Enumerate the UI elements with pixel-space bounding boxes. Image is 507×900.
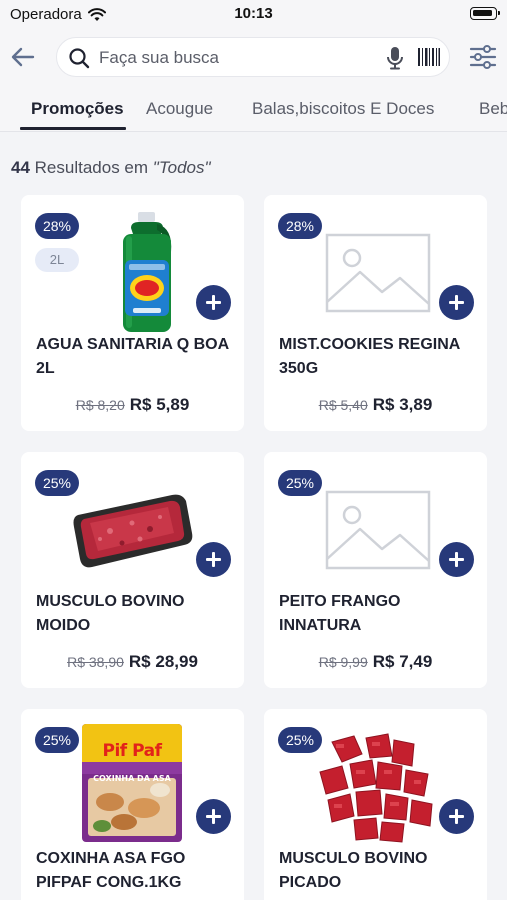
- sliders-icon: [469, 45, 497, 69]
- filter-button[interactable]: [466, 42, 500, 72]
- add-to-cart-button[interactable]: [196, 799, 231, 834]
- product-card[interactable]: 28% 2L AGUA SANITARIA Q BOA 2L R$ 8,20 R$…: [21, 195, 244, 431]
- product-name: PEITO FRANGO INNATURA: [279, 593, 401, 634]
- tab-acougue[interactable]: Acougue: [146, 99, 213, 119]
- price-row: R$ 5,40 R$ 3,89: [264, 395, 487, 415]
- arrow-left-icon: [11, 47, 35, 67]
- product-card[interactable]: 25% Pif Paf COXINHA DA ASA COXINHA ASA F…: [21, 709, 244, 900]
- tab-promocoes[interactable]: Promoções: [31, 99, 124, 119]
- product-name: MUSCULO BOVINO MOIDO: [36, 593, 185, 634]
- search-icon: [69, 48, 90, 69]
- results-text: Resultados em: [34, 158, 153, 177]
- results-category: "Todos": [152, 158, 211, 177]
- active-tab-indicator: [20, 127, 126, 130]
- add-to-cart-button[interactable]: [439, 799, 474, 834]
- product-card[interactable]: 25% MUSCULO BOVINO MOIDO R$ 38,90 R$ 28,9…: [21, 452, 244, 688]
- discount-badge: 28%: [278, 213, 322, 239]
- results-count: 44: [11, 158, 30, 177]
- discount-badge: 28%: [35, 213, 79, 239]
- product-image-pifpaf-bag[interactable]: Pif Paf COXINHA DA ASA: [79, 721, 185, 845]
- product-image-ground-beef[interactable]: [69, 466, 197, 594]
- product-name: COXINHA ASA FGO PIFPAF CONG.1KG: [36, 850, 186, 891]
- back-button[interactable]: [8, 42, 38, 72]
- current-price: R$ 3,89: [372, 395, 433, 414]
- size-chip: 2L: [35, 248, 79, 272]
- add-to-cart-button[interactable]: [196, 542, 231, 577]
- battery-icon: [470, 7, 500, 20]
- product-name: AGUA SANITARIA Q BOA 2L: [36, 336, 229, 377]
- product-card[interactable]: 28% MIST.COOKIES REGINA 350G R$ 5,40 R$ 3…: [264, 195, 487, 431]
- image-placeholder-icon[interactable]: [318, 466, 438, 594]
- add-to-cart-button[interactable]: [439, 285, 474, 320]
- image-placeholder-icon[interactable]: [318, 209, 438, 337]
- product-name: MUSCULO BOVINO PICADO: [279, 850, 428, 891]
- price-row: R$ 38,90 R$ 28,99: [21, 652, 244, 672]
- old-price: R$ 38,90: [67, 654, 124, 670]
- price-row: R$ 8,20 R$ 5,89: [21, 395, 244, 415]
- microphone-icon[interactable]: [386, 46, 404, 70]
- search-header: [0, 30, 507, 86]
- price-row: R$ 9,99 R$ 7,49: [264, 652, 487, 672]
- old-price: R$ 5,40: [318, 397, 368, 413]
- discount-badge: 25%: [278, 470, 322, 496]
- old-price: R$ 8,20: [75, 397, 125, 413]
- pifpaf-brand-label: Pif Paf: [102, 741, 162, 761]
- results-summary: 44 Resultados em "Todos": [11, 158, 211, 178]
- search-bar[interactable]: [56, 37, 450, 77]
- status-bar: Operadora 10:13: [0, 0, 507, 30]
- current-price: R$ 5,89: [129, 395, 190, 414]
- current-price: R$ 7,49: [372, 652, 433, 671]
- product-card[interactable]: 25% MUSCULO BOVINO PICADO: [264, 709, 487, 900]
- product-image-bleach-bottle[interactable]: [97, 209, 197, 337]
- product-image-diced-beef[interactable]: [312, 725, 442, 847]
- add-to-cart-button[interactable]: [196, 285, 231, 320]
- category-tabs: Promoções Acougue Balas,biscoitos E Doce…: [0, 86, 507, 132]
- current-price: R$ 28,99: [128, 652, 198, 671]
- old-price: R$ 9,99: [318, 654, 368, 670]
- tab-bebidas[interactable]: Beb: [479, 99, 507, 119]
- pifpaf-product-label: COXINHA DA ASA: [93, 774, 171, 783]
- tab-balas-biscoitos-doces[interactable]: Balas,biscoitos E Doces: [252, 99, 434, 119]
- discount-badge: 25%: [35, 727, 79, 753]
- barcode-scanner-icon[interactable]: [417, 47, 441, 67]
- product-card[interactable]: 25% PEITO FRANGO INNATURA R$ 9,99 R$ 7,49: [264, 452, 487, 688]
- clock: 10:13: [234, 5, 273, 22]
- add-to-cart-button[interactable]: [439, 542, 474, 577]
- product-name: MIST.COOKIES REGINA 350G: [279, 336, 460, 377]
- search-input[interactable]: [99, 46, 379, 70]
